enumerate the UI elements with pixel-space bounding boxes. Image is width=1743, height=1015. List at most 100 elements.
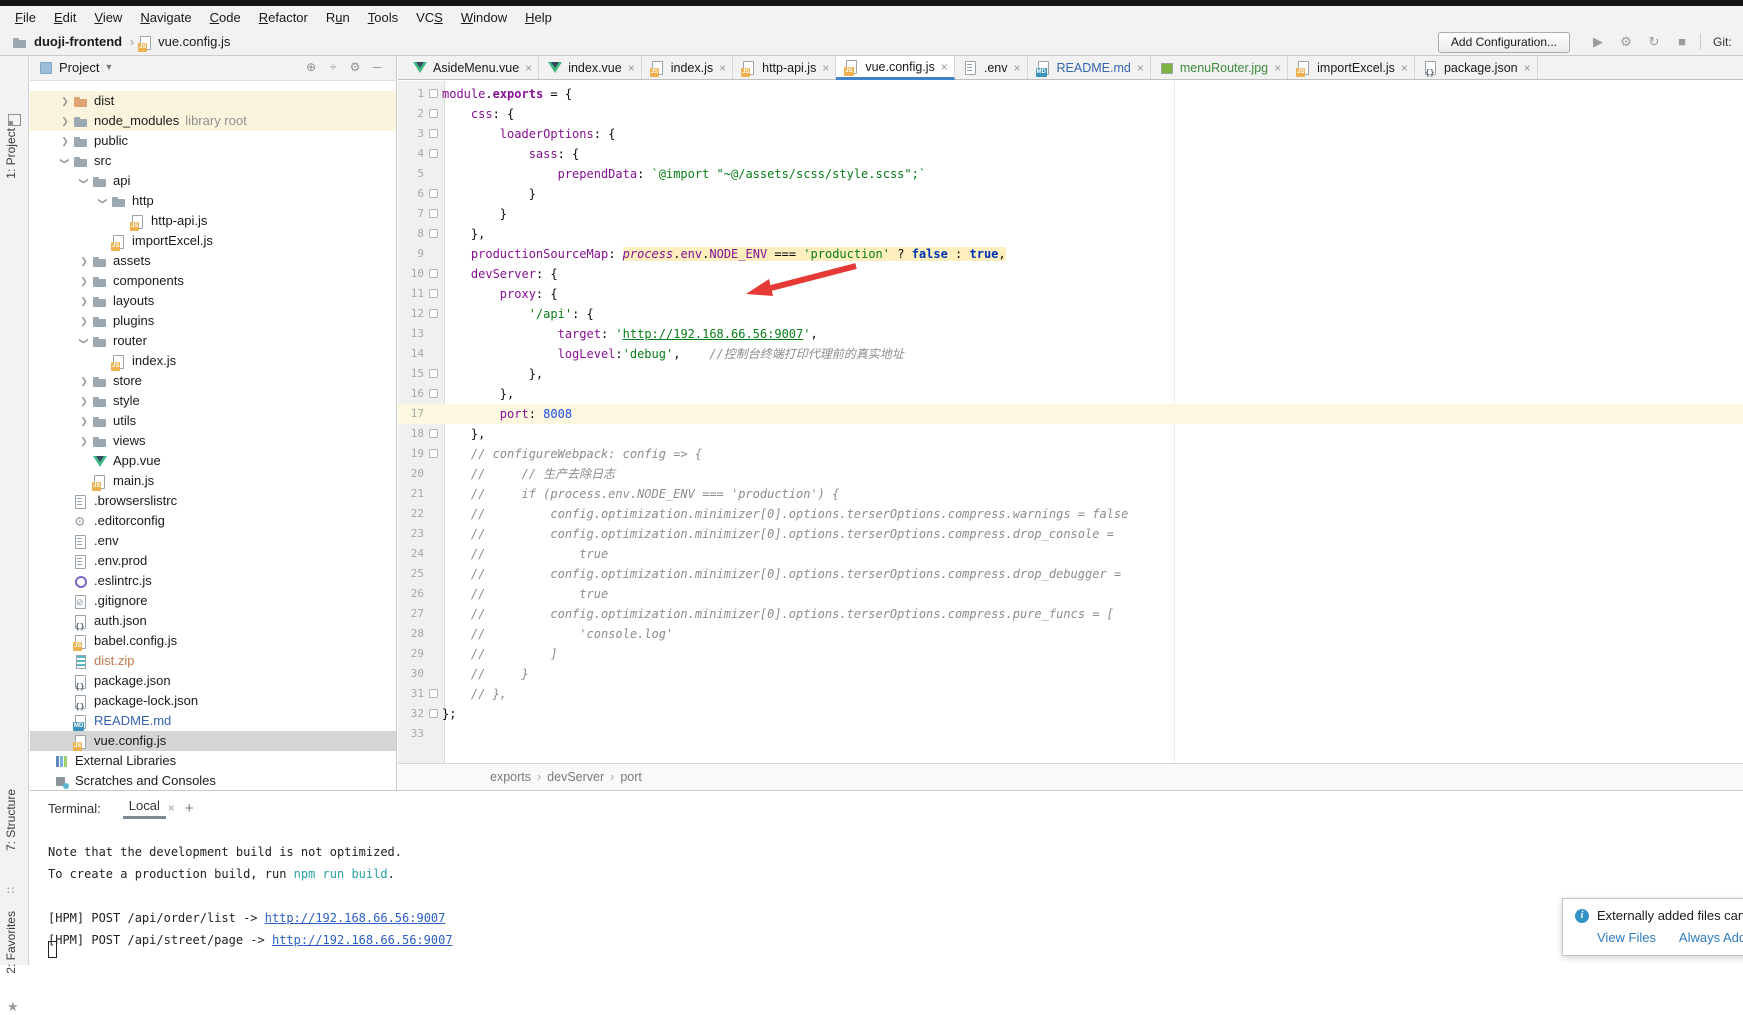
tab-http-api-js[interactable]: http-api.js× bbox=[733, 56, 836, 79]
fold-marker[interactable] bbox=[424, 384, 442, 404]
fold-marker[interactable] bbox=[424, 124, 442, 144]
chevron-down-icon[interactable]: ❯ bbox=[93, 193, 113, 209]
tree-item-editorconfig[interactable]: .editorconfig bbox=[30, 511, 396, 531]
fold-marker[interactable] bbox=[424, 424, 442, 444]
terminal-output[interactable]: Note that the development build is not o… bbox=[48, 841, 453, 951]
tree-item-package-lock-json[interactable]: package-lock.json bbox=[30, 691, 396, 711]
close-icon[interactable]: × bbox=[719, 61, 726, 75]
new-terminal-button[interactable]: + bbox=[185, 800, 194, 817]
tree-item-plugins[interactable]: ❯plugins bbox=[30, 311, 396, 331]
menu-window[interactable]: Window bbox=[452, 6, 516, 29]
fold-marker[interactable] bbox=[424, 704, 442, 724]
tab-index-vue[interactable]: index.vue× bbox=[539, 56, 642, 79]
tree-item-gitignore[interactable]: .gitignore bbox=[30, 591, 396, 611]
menu-run[interactable]: Run bbox=[317, 6, 359, 29]
chevron-right-icon[interactable]: ❯ bbox=[76, 391, 92, 411]
code-editor[interactable]: 1module.exports = {2 css: {3 loaderOptio… bbox=[398, 81, 1743, 763]
close-icon[interactable]: × bbox=[1401, 61, 1408, 75]
fold-marker[interactable] bbox=[424, 284, 442, 304]
chevron-right-icon[interactable]: ❯ bbox=[76, 291, 92, 311]
breadcrumb-file[interactable]: vue.config.js bbox=[158, 29, 230, 55]
terminal-link[interactable]: http://192.168.66.56:9007 bbox=[272, 933, 453, 947]
tree-item-http[interactable]: ❯http bbox=[30, 191, 396, 211]
refresh-icon[interactable]: ↻ bbox=[1640, 29, 1668, 55]
tree-item-vue-config-js[interactable]: vue.config.js bbox=[30, 731, 396, 751]
fold-marker[interactable] bbox=[424, 304, 442, 324]
tree-item-scratches-and-consoles[interactable]: Scratches and Consoles bbox=[30, 771, 396, 790]
close-icon[interactable]: × bbox=[1274, 61, 1281, 75]
hide-icon[interactable]: ─ bbox=[366, 56, 388, 79]
tab-package-json[interactable]: package.json× bbox=[1415, 56, 1538, 79]
chevron-down-icon[interactable]: ❯ bbox=[74, 173, 94, 189]
chevron-right-icon[interactable]: ❯ bbox=[57, 91, 73, 111]
tree-item-http-api-js[interactable]: http-api.js bbox=[30, 211, 396, 231]
tree-item-layouts[interactable]: ❯layouts bbox=[30, 291, 396, 311]
menu-edit[interactable]: Edit bbox=[45, 6, 85, 29]
tree-item-src[interactable]: ❯src bbox=[30, 151, 396, 171]
tree-item-components[interactable]: ❯components bbox=[30, 271, 396, 291]
settings-icon[interactable]: ⚙ bbox=[344, 56, 366, 79]
run-icon[interactable]: ▶ bbox=[1584, 29, 1612, 55]
chevron-down-icon[interactable]: ❯ bbox=[55, 153, 75, 169]
tree-item-external-libraries[interactable]: External Libraries bbox=[30, 751, 396, 771]
tab-importexcel-js[interactable]: importExcel.js× bbox=[1288, 56, 1415, 79]
tree-item-node-modules[interactable]: ❯node_moduleslibrary root bbox=[30, 111, 396, 131]
project-panel-title[interactable]: Project bbox=[59, 56, 99, 79]
menu-navigate[interactable]: Navigate bbox=[131, 6, 200, 29]
chevron-right-icon[interactable]: ❯ bbox=[76, 271, 92, 291]
add-configuration-button[interactable]: Add Configuration... bbox=[1438, 32, 1570, 53]
collapse-all-icon[interactable]: ÷ bbox=[322, 56, 344, 79]
stripe-structure-button[interactable]: 7: Structure bbox=[4, 789, 18, 851]
tree-item-app-vue[interactable]: App.vue bbox=[30, 451, 396, 471]
close-icon[interactable]: × bbox=[1524, 61, 1531, 75]
tree-item-store[interactable]: ❯store bbox=[30, 371, 396, 391]
fold-marker[interactable] bbox=[424, 264, 442, 284]
stripe-project-button[interactable]: 1: Project bbox=[4, 128, 18, 179]
stripe-favorites-button[interactable]: 2: Favorites bbox=[4, 911, 18, 974]
breadcrumb-project[interactable]: duoji-frontend bbox=[34, 29, 122, 55]
chevron-right-icon[interactable]: ❯ bbox=[76, 411, 92, 431]
chevron-right-icon[interactable]: ❯ bbox=[76, 371, 92, 391]
fold-marker[interactable] bbox=[424, 184, 442, 204]
tree-item-utils[interactable]: ❯utils bbox=[30, 411, 396, 431]
tree-item-env[interactable]: .env bbox=[30, 531, 396, 551]
fold-marker[interactable] bbox=[424, 144, 442, 164]
tab-index-js[interactable]: index.js× bbox=[642, 56, 733, 79]
fold-marker[interactable] bbox=[424, 364, 442, 384]
tree-item-dist-zip[interactable]: dist.zip bbox=[30, 651, 396, 671]
chevron-right-icon[interactable]: ❯ bbox=[57, 131, 73, 151]
menu-refactor[interactable]: Refactor bbox=[250, 6, 317, 29]
chevron-right-icon[interactable]: ❯ bbox=[76, 431, 92, 451]
close-icon[interactable]: × bbox=[822, 61, 829, 75]
tree-item-main-js[interactable]: main.js bbox=[30, 471, 396, 491]
menu-vcs[interactable]: VCS bbox=[407, 6, 452, 29]
tree-item-assets[interactable]: ❯assets bbox=[30, 251, 396, 271]
chevron-down-icon[interactable]: ❯ bbox=[74, 333, 94, 349]
fold-marker[interactable] bbox=[424, 224, 442, 244]
tree-item-auth-json[interactable]: auth.json bbox=[30, 611, 396, 631]
tree-item-api[interactable]: ❯api bbox=[30, 171, 396, 191]
menu-code[interactable]: Code bbox=[201, 6, 250, 29]
stop-icon[interactable]: ■ bbox=[1668, 29, 1696, 55]
close-icon[interactable]: × bbox=[1137, 61, 1144, 75]
tree-item-browserslistrc[interactable]: .browserslistrc bbox=[30, 491, 396, 511]
tree-item-public[interactable]: ❯public bbox=[30, 131, 396, 151]
tree-item-readme-md[interactable]: README.md bbox=[30, 711, 396, 731]
fold-marker[interactable] bbox=[424, 204, 442, 224]
tab-env[interactable]: .env× bbox=[955, 56, 1028, 79]
tree-item-router[interactable]: ❯router bbox=[30, 331, 396, 351]
always-add-link[interactable]: Always Add bbox=[1679, 930, 1743, 945]
tree-item-importexcel-js[interactable]: importExcel.js bbox=[30, 231, 396, 251]
git-menu[interactable]: Git: bbox=[1713, 29, 1743, 55]
chevron-right-icon[interactable]: ❯ bbox=[76, 251, 92, 271]
menu-help[interactable]: Help bbox=[516, 6, 561, 29]
fold-marker[interactable] bbox=[424, 684, 442, 704]
tree-item-babel-config-js[interactable]: babel.config.js bbox=[30, 631, 396, 651]
tree-item-eslintrc-js[interactable]: .eslintrc.js bbox=[30, 571, 396, 591]
close-icon[interactable]: × bbox=[525, 61, 532, 75]
tab-vue-config-js[interactable]: vue.config.js× bbox=[836, 56, 955, 80]
close-icon[interactable]: × bbox=[628, 61, 635, 75]
tab-asidemenu-vue[interactable]: AsideMenu.vue× bbox=[404, 56, 539, 79]
tab-readme-md[interactable]: README.md× bbox=[1028, 56, 1151, 79]
breadcrumb-devserver[interactable]: devServer bbox=[547, 770, 604, 784]
